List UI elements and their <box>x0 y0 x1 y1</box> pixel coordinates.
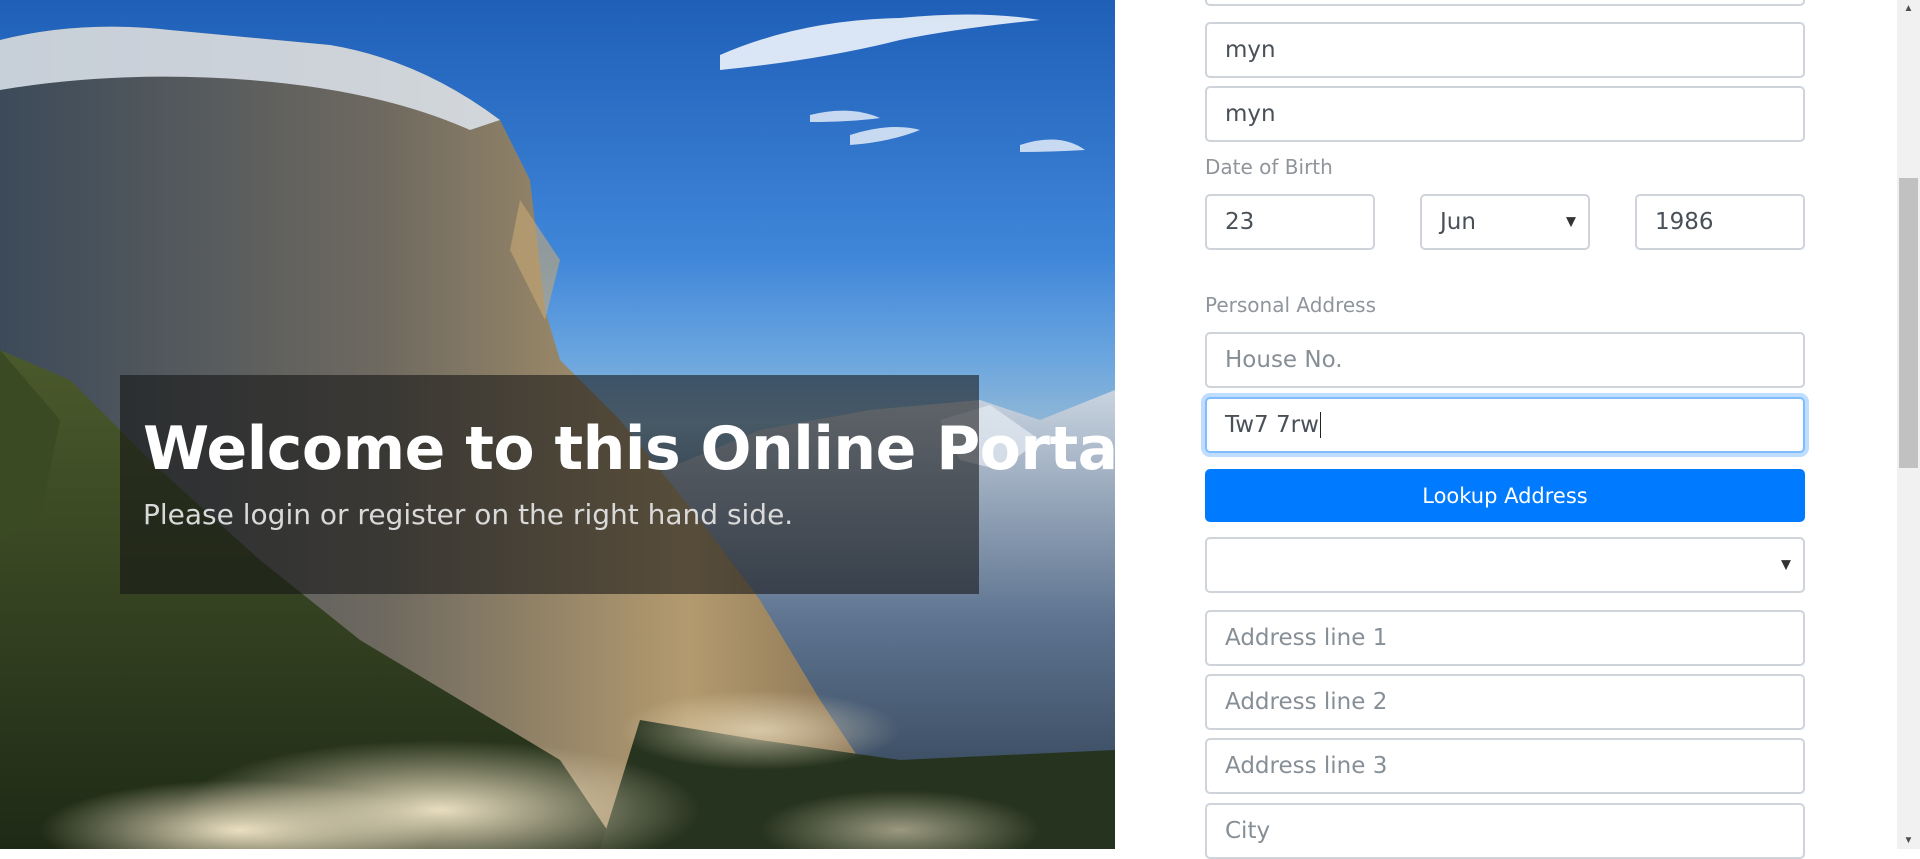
house-no-field[interactable]: House No. <box>1205 332 1805 388</box>
first-name-field[interactable]: myn <box>1205 22 1805 78</box>
postcode-field[interactable]: Tw7 7rw <box>1205 397 1805 453</box>
address-line-2-placeholder: Address line 2 <box>1225 689 1388 715</box>
page-scrollbar[interactable]: ▲ ▼ <box>1897 0 1920 849</box>
previous-field[interactable] <box>1205 0 1805 6</box>
welcome-overlay: Welcome to this Online Portal Please log… <box>120 375 1115 594</box>
dob-year-value: 1986 <box>1655 209 1714 235</box>
welcome-subtitle: Please login or register on the right ha… <box>143 498 794 531</box>
address-line-3-field[interactable]: Address line 3 <box>1205 738 1805 794</box>
dob-month-select[interactable]: Jun ▼ <box>1420 194 1590 250</box>
hero-background: Welcome to this Online Portal Please log… <box>0 0 1115 849</box>
address-line-1-field[interactable]: Address line 1 <box>1205 610 1805 666</box>
lookup-address-button[interactable]: Lookup Address <box>1205 469 1805 522</box>
dob-month-value: Jun <box>1440 209 1476 235</box>
dob-year-field[interactable]: 1986 <box>1635 194 1805 250</box>
dob-day-field[interactable]: 23 <box>1205 194 1375 250</box>
scrollbar-thumb[interactable] <box>1899 178 1918 468</box>
first-name-value: myn <box>1225 37 1276 63</box>
last-name-value: myn <box>1225 101 1276 127</box>
address-select[interactable]: ▼ <box>1205 537 1805 593</box>
address-line-2-field[interactable]: Address line 2 <box>1205 674 1805 730</box>
caret-down-icon: ▼ <box>1566 214 1576 230</box>
postcode-value: Tw7 7rw <box>1225 412 1319 438</box>
last-name-field[interactable]: myn <box>1205 86 1805 142</box>
scroll-down-icon[interactable]: ▼ <box>1897 832 1920 849</box>
caret-down-icon: ▼ <box>1781 557 1791 573</box>
welcome-title: Welcome to this Online Portal <box>143 414 1115 484</box>
scroll-up-icon[interactable]: ▲ <box>1897 0 1920 17</box>
text-cursor <box>1319 412 1321 438</box>
address-line-1-placeholder: Address line 1 <box>1225 625 1388 651</box>
address-line-3-placeholder: Address line 3 <box>1225 753 1388 779</box>
city-field[interactable]: City <box>1205 803 1805 859</box>
dob-label: Date of Birth <box>1205 155 1333 179</box>
registration-form-panel: myn myn Date of Birth 23 Jun ▼ 1986 Pers… <box>1115 0 1897 859</box>
personal-address-label: Personal Address <box>1205 293 1377 317</box>
city-placeholder: City <box>1225 818 1271 844</box>
dob-day-value: 23 <box>1225 209 1255 235</box>
house-no-placeholder: House No. <box>1225 347 1343 373</box>
